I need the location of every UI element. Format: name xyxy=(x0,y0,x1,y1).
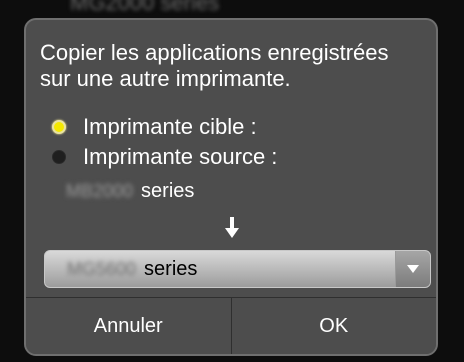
target-model-blurred: MG5600 xyxy=(67,258,137,279)
source-model-blurred: MB2000 xyxy=(66,181,134,201)
radio-source-printer[interactable]: Imprimante source : xyxy=(52,144,277,170)
source-model-suffix: series xyxy=(141,180,195,202)
dropdown-button[interactable] xyxy=(395,251,430,287)
dialog-footer: Annuler OK xyxy=(26,297,436,354)
target-model-suffix: series xyxy=(144,257,198,280)
dropdown-triangle-icon xyxy=(407,265,419,273)
source-printer-name: MB2000 series xyxy=(66,180,194,203)
copy-apps-dialog: Copier les applications enregistrées sur… xyxy=(24,18,438,356)
radio-unselected-icon xyxy=(52,150,66,164)
target-printer-select[interactable]: MG5600 series xyxy=(44,250,431,288)
dialog-message: Copier les applications enregistrées sur… xyxy=(40,40,389,91)
select-value: MG5600 series xyxy=(67,258,197,281)
ok-button[interactable]: OK xyxy=(231,298,436,354)
radio-target-printer[interactable]: Imprimante cible : xyxy=(52,114,257,140)
cancel-button[interactable]: Annuler xyxy=(26,298,231,354)
radio-selected-icon xyxy=(52,120,66,134)
background-title: MG2000 series xyxy=(70,0,220,15)
radio-target-label: Imprimante cible : xyxy=(83,114,257,139)
arrow-down-icon xyxy=(225,217,239,238)
radio-source-label: Imprimante source : xyxy=(83,144,278,169)
